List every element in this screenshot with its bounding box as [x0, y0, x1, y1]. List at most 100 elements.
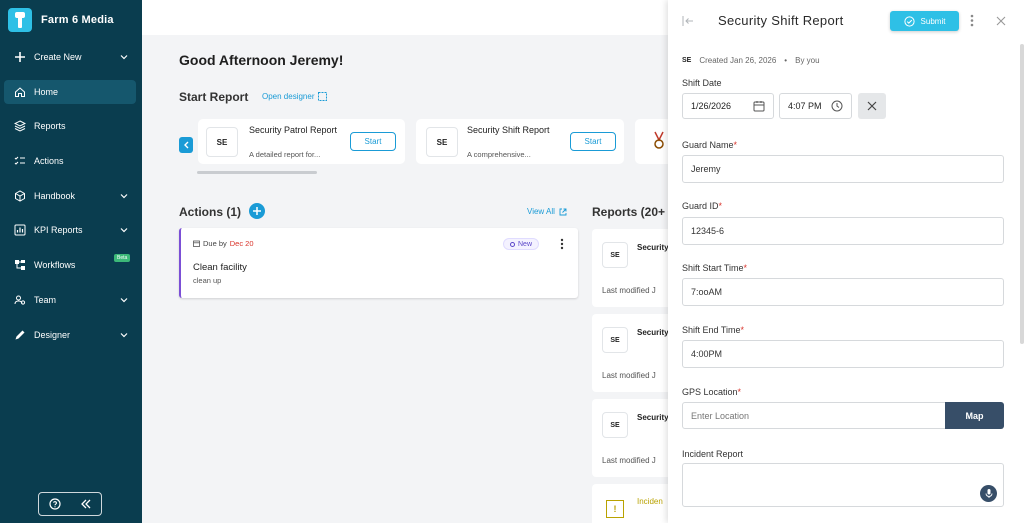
chevron-down-icon — [120, 228, 128, 233]
shift-start-label: Shift Start Time* — [682, 263, 747, 273]
start-button[interactable]: Start — [350, 132, 396, 151]
panel-title: Security Shift Report — [718, 13, 844, 28]
brand-logo-icon — [8, 8, 32, 32]
sidebar-item-home[interactable]: Home — [4, 79, 136, 104]
sidebar-item-label: Actions — [34, 156, 64, 167]
guard-id-input[interactable]: 12345-6 — [682, 217, 1004, 245]
start-report-heading: Start Report — [179, 90, 249, 104]
gps-location-label: GPS Location* — [682, 387, 741, 397]
box-icon — [13, 189, 27, 203]
report-card[interactable]: SE Security Last modified J — [592, 229, 668, 307]
report-card[interactable]: SE Security Last modified J — [592, 314, 668, 392]
submit-button[interactable]: Submit — [890, 11, 959, 31]
status-dot-icon — [510, 241, 515, 247]
microphone-button[interactable] — [980, 485, 997, 502]
template-description: A detailed report for... — [249, 150, 321, 159]
sidebar: Farm 6 Media Create New Home Reports Act… — [0, 0, 142, 523]
brand-name: Farm 6 Media — [41, 14, 114, 26]
warning-icon: ! — [606, 500, 624, 518]
template-card-security-shift[interactable]: SE Security Shift Report A comprehensive… — [416, 119, 624, 164]
checklist-icon — [13, 154, 27, 168]
sidebar-item-label: Handbook — [34, 190, 76, 201]
required-marker: * — [743, 263, 748, 273]
sidebar-item-designer[interactable]: Designer — [4, 323, 136, 347]
report-meta: SE Created Jan 26, 2026 • By you — [682, 56, 820, 65]
actions-heading: Actions (1) — [179, 205, 242, 219]
brand[interactable]: Farm 6 Media — [0, 0, 142, 40]
collapse-panel-icon[interactable] — [682, 15, 694, 27]
incident-report-textarea[interactable] — [682, 463, 1004, 507]
report-badge: SE — [602, 327, 628, 353]
sidebar-item-team[interactable]: Team — [4, 288, 136, 312]
carousel-scrollbar[interactable] — [197, 171, 317, 174]
report-card[interactable]: SE Security Last modified J — [592, 399, 668, 477]
template-badge: SE — [206, 127, 238, 157]
action-card[interactable]: Due by Dec 20 New Clean facility clean u… — [179, 228, 578, 298]
sidebar-item-create-new[interactable]: Create New — [4, 45, 136, 69]
panel-scrollbar[interactable] — [1020, 44, 1024, 344]
report-modified: Last modified J — [602, 371, 656, 380]
action-subtitle: clean up — [193, 276, 222, 285]
shift-end-input[interactable]: 4:00PM — [682, 340, 1004, 368]
shift-date-label: Shift Date — [682, 78, 722, 88]
view-all-link[interactable]: View All — [527, 207, 567, 216]
sidebar-item-label: Team — [34, 294, 57, 305]
chevron-down-icon — [120, 297, 128, 303]
shift-start-input[interactable]: 7:ooAM — [682, 278, 1004, 306]
status-label: New — [518, 240, 533, 248]
home-icon — [13, 85, 27, 99]
report-badge: SE — [602, 242, 628, 268]
collapse-sidebar-icon[interactable] — [80, 498, 92, 510]
close-icon[interactable] — [996, 16, 1006, 26]
report-name: Security — [637, 413, 668, 422]
report-badge: SE — [602, 412, 628, 438]
start-button[interactable]: Start — [570, 132, 616, 151]
shift-time-value: 4:07 PM — [788, 101, 822, 111]
sidebar-item-handbook[interactable]: Handbook — [4, 184, 136, 208]
chevron-down-icon — [120, 193, 128, 199]
sidebar-item-label: Designer — [34, 329, 71, 340]
gps-location-input[interactable]: Enter Location — [682, 402, 946, 429]
add-action-button[interactable] — [249, 203, 265, 219]
more-options-icon[interactable] — [560, 238, 564, 250]
sidebar-item-label: Create New — [34, 52, 82, 62]
action-title: Clean facility — [193, 262, 247, 273]
due-date-value: Dec 20 — [229, 239, 254, 248]
clock-icon[interactable] — [831, 100, 843, 112]
created-by: By you — [795, 56, 820, 65]
team-icon — [13, 293, 27, 307]
report-card-incident[interactable]: ! Inciden — [592, 484, 668, 523]
help-icon[interactable] — [48, 498, 61, 510]
sidebar-item-reports[interactable]: Reports — [4, 114, 136, 138]
shift-time-input[interactable]: 4:07 PM — [779, 93, 852, 119]
meta-separator: • — [784, 56, 788, 65]
carousel-prev-button[interactable] — [179, 137, 193, 153]
sidebar-item-kpi-reports[interactable]: KPI Reports — [4, 218, 136, 242]
guard-name-input[interactable]: Jeremy — [682, 155, 1004, 183]
map-button[interactable]: Map — [945, 402, 1004, 429]
check-circle-icon — [903, 15, 915, 27]
plus-icon — [13, 50, 27, 64]
gps-location-label-text: GPS Location — [682, 387, 738, 397]
sidebar-item-actions[interactable]: Actions — [4, 149, 136, 173]
layers-icon — [13, 119, 27, 133]
more-options-icon[interactable] — [970, 14, 974, 27]
template-name: Security Patrol Report — [249, 125, 338, 135]
clear-date-button[interactable] — [858, 93, 886, 119]
shift-date-input[interactable]: 1/26/2026 — [682, 93, 774, 119]
report-name: Security — [637, 328, 668, 337]
calendar-icon[interactable] — [753, 100, 765, 112]
chevron-down-icon — [120, 55, 128, 60]
report-form-panel: Security Shift Report Submit SE Created … — [668, 0, 1024, 523]
medal-icon — [654, 131, 664, 149]
panel-header: Security Shift Report Submit — [668, 0, 1024, 42]
guard-id-label-text: Guard ID — [682, 201, 719, 211]
chevron-down-icon — [120, 332, 128, 337]
submit-label: Submit — [920, 16, 946, 26]
template-card-security-patrol[interactable]: SE Security Patrol Report A detailed rep… — [198, 119, 405, 164]
reports-heading: Reports (20+ — [592, 205, 666, 219]
open-designer-link[interactable]: Open designer — [262, 92, 328, 101]
sidebar-item-workflows[interactable]: Workflows Beta — [4, 253, 136, 277]
plus-icon — [253, 207, 261, 215]
calendar-icon — [193, 240, 200, 247]
